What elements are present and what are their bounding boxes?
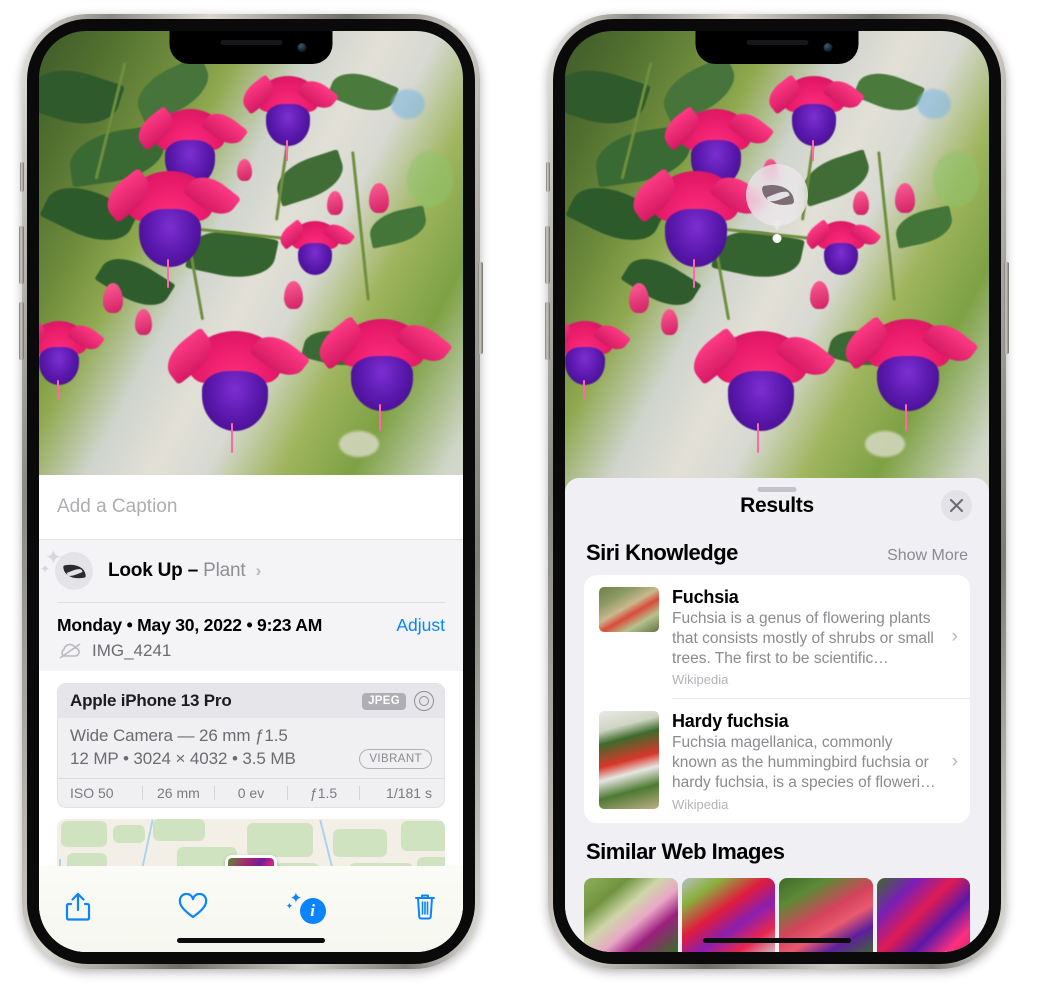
camera-header: Apple iPhone 13 Pro JPEG bbox=[58, 684, 444, 718]
info-icon[interactable]: ✦ ✦ i bbox=[286, 890, 326, 924]
web-image-thumbnail[interactable] bbox=[876, 877, 970, 952]
filename-row: IMG_4241 bbox=[57, 641, 445, 661]
right-phone-screen: Results Siri Knowledge Show More Fuchsia… bbox=[565, 31, 989, 952]
similar-web-images-title: Similar Web Images bbox=[586, 838, 785, 864]
date-row: Monday • May 30, 2022 • 9:23 AM Adjust bbox=[57, 615, 445, 636]
knowledge-item-fuchsia[interactable]: Fuchsia Fuchsia is a genus of flowering … bbox=[584, 575, 970, 698]
web-image-thumbnail[interactable] bbox=[584, 877, 678, 952]
caption-placeholder: Add a Caption bbox=[57, 496, 178, 517]
camera-body: Wide Camera — 26 mm ƒ1.5 12 MP • 3024 × … bbox=[58, 718, 444, 778]
info-letter: i bbox=[299, 898, 326, 924]
divider bbox=[57, 602, 445, 603]
screenshot-canvas: Add a Caption ✦ ✦ Look Up – Plant › Mond… bbox=[0, 0, 1055, 985]
front-camera bbox=[823, 43, 833, 52]
camera-model: Apple iPhone 13 Pro bbox=[70, 691, 232, 710]
volume-down-button[interactable] bbox=[545, 302, 550, 360]
knowledge-source: Wikipedia bbox=[672, 796, 729, 812]
chevron-right-icon: › bbox=[951, 750, 958, 772]
earpiece-speaker bbox=[220, 40, 282, 45]
show-more-button[interactable]: Show More bbox=[887, 547, 968, 565]
sparkle-small-icon: ✦ bbox=[285, 901, 294, 911]
close-icon bbox=[949, 498, 964, 513]
home-indicator[interactable] bbox=[177, 938, 325, 943]
caption-field[interactable]: Add a Caption bbox=[39, 475, 463, 539]
exif-iso: ISO 50 bbox=[70, 785, 114, 801]
exif-shutter: 1/181 s bbox=[386, 785, 432, 801]
chevron-right-icon: › bbox=[255, 561, 262, 580]
notch bbox=[169, 31, 333, 64]
exif-row: ISO 50 26 mm 0 ev ƒ1.5 1/181 s bbox=[58, 778, 444, 807]
power-button[interactable] bbox=[1004, 262, 1009, 354]
results-header: Results bbox=[565, 478, 989, 534]
silent-switch[interactable] bbox=[20, 162, 24, 192]
knowledge-thumbnail bbox=[599, 711, 659, 810]
subject-dot bbox=[772, 234, 782, 243]
siri-knowledge-header: Siri Knowledge Show More bbox=[565, 534, 989, 575]
exif-ev: 0 ev bbox=[237, 785, 265, 801]
knowledge-title: Hardy fuchsia bbox=[672, 711, 789, 732]
photo-filename: IMG_4241 bbox=[92, 641, 172, 660]
cloud-slash-icon bbox=[57, 642, 83, 660]
volume-up-button[interactable] bbox=[545, 226, 550, 284]
style-badge: VIBRANT bbox=[359, 749, 432, 769]
home-indicator[interactable] bbox=[703, 938, 851, 943]
siri-knowledge-title: Siri Knowledge bbox=[586, 540, 738, 565]
results-title: Results bbox=[740, 494, 814, 517]
lookup-title: Look Up bbox=[108, 560, 183, 581]
share-icon[interactable] bbox=[65, 891, 91, 928]
photo-date: Monday • May 30, 2022 • 9:23 AM bbox=[57, 615, 323, 635]
siri-knowledge-card: Fuchsia Fuchsia is a genus of flowering … bbox=[584, 575, 970, 823]
lookup-plant-badge[interactable] bbox=[746, 164, 808, 243]
left-phone-screen: Add a Caption ✦ ✦ Look Up – Plant › Mond… bbox=[39, 31, 463, 952]
exif-aperture: ƒ1.5 bbox=[309, 785, 338, 801]
size-line: 12 MP • 3024 × 4032 • 3.5 MB bbox=[70, 749, 296, 768]
power-button[interactable] bbox=[478, 262, 483, 354]
adjust-button[interactable]: Adjust bbox=[396, 615, 445, 636]
notch bbox=[695, 31, 859, 64]
earpiece-speaker bbox=[746, 40, 808, 45]
knowledge-thumbnail bbox=[599, 587, 659, 632]
results-sheet: Results Siri Knowledge Show More Fuchsia… bbox=[565, 478, 989, 952]
front-camera bbox=[297, 43, 307, 52]
leaf-icon: ✦ ✦ bbox=[40, 547, 93, 590]
metadata-section: Monday • May 30, 2022 • 9:23 AM Adjust I… bbox=[39, 602, 463, 671]
volume-up-button[interactable] bbox=[19, 226, 24, 284]
heart-icon[interactable] bbox=[178, 892, 208, 926]
knowledge-description: Fuchsia is a genus of flowering plants t… bbox=[672, 610, 934, 667]
right-phone-device: Results Siri Knowledge Show More Fuchsia… bbox=[545, 14, 1009, 969]
chevron-right-icon: › bbox=[951, 626, 958, 648]
lookup-label: Look Up – Plant › bbox=[108, 560, 261, 582]
trash-icon[interactable] bbox=[413, 892, 437, 927]
knowledge-source: Wikipedia bbox=[672, 672, 729, 688]
similar-web-images-header: Similar Web Images bbox=[565, 823, 989, 874]
aperture-icon bbox=[414, 691, 434, 711]
format-badge: JPEG bbox=[362, 692, 406, 710]
knowledge-description: Fuchsia magellanica, commonly known as t… bbox=[672, 734, 936, 792]
camera-info-card[interactable]: Apple iPhone 13 Pro JPEG Wide Camera — 2… bbox=[57, 683, 445, 808]
photo-info-sheet: Add a Caption ✦ ✦ Look Up – Plant › Mond… bbox=[39, 475, 463, 952]
knowledge-title: Fuchsia bbox=[672, 587, 739, 607]
knowledge-item-hardy-fuchsia[interactable]: Hardy fuchsia Fuchsia magellanica, commo… bbox=[584, 699, 970, 822]
lookup-section: ✦ ✦ Look Up – Plant › Monday • May 30, 2… bbox=[39, 539, 463, 671]
look-up-plant-row[interactable]: ✦ ✦ Look Up – Plant › bbox=[39, 540, 463, 602]
lookup-kind: Plant bbox=[203, 560, 246, 581]
silent-switch[interactable] bbox=[546, 162, 550, 192]
sparkle-small-icon: ✦ bbox=[40, 562, 51, 576]
exif-focal: 26 mm bbox=[156, 785, 200, 801]
lens-line: Wide Camera — 26 mm ƒ1.5 bbox=[70, 726, 288, 745]
lookup-dash: – bbox=[187, 560, 199, 581]
close-button[interactable] bbox=[941, 490, 972, 521]
left-phone-device: Add a Caption ✦ ✦ Look Up – Plant › Mond… bbox=[19, 14, 483, 969]
volume-down-button[interactable] bbox=[19, 302, 24, 360]
